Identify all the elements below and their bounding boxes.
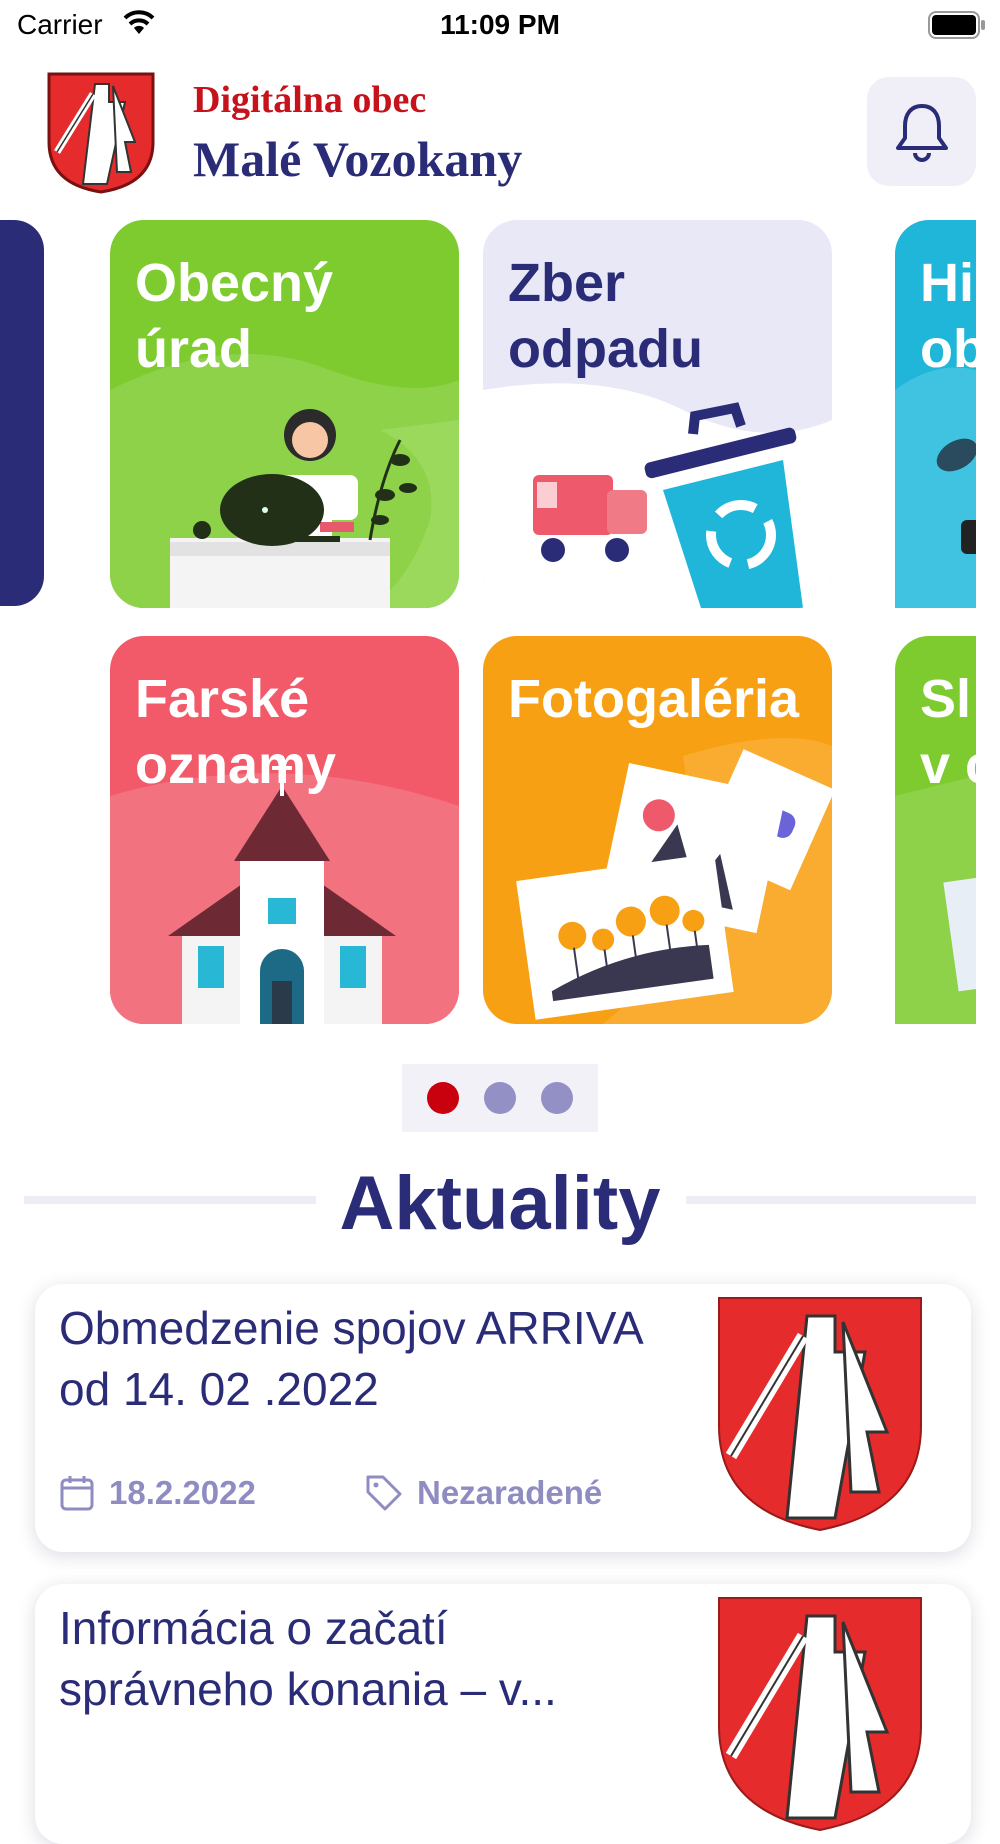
page-indicator[interactable]: [402, 1064, 598, 1132]
battery-icon: [928, 11, 985, 39]
news-category[interactable]: Nezaradené: [365, 1474, 602, 1512]
news-card[interactable]: Informácia o začatí správneho konania – …: [35, 1584, 971, 1844]
notifications-button[interactable]: [867, 77, 976, 186]
news-title: Informácia o začatí správneho konania – …: [59, 1602, 557, 1715]
tile-label: Hi ob: [920, 253, 976, 379]
tile-label: Farské oznamy: [135, 669, 337, 795]
bell-icon: [895, 103, 948, 162]
clock: 11:09 PM: [440, 9, 560, 40]
tile-waste-collection[interactable]: Zber odpadu: [483, 220, 832, 608]
page-dot-3[interactable]: [541, 1082, 574, 1114]
tile-label: Sl v c: [920, 669, 976, 795]
next-page-tile-services[interactable]: Sl v c: [895, 636, 976, 1024]
news-date-text: 18.2.2022: [109, 1474, 256, 1511]
news-title: Obmedzenie spojov ARRIVA od 14. 02 .2022: [59, 1302, 642, 1415]
tile-label: Zber odpadu: [508, 253, 703, 379]
next-page-tile-history[interactable]: Hi ob: [895, 220, 976, 608]
news-card[interactable]: Obmedzenie spojov ARRIVA od 14. 02 .2022…: [35, 1284, 971, 1552]
tag-icon: [366, 1475, 402, 1511]
app-subtitle: Digitálna obec: [193, 79, 427, 121]
page-dot-1[interactable]: [426, 1082, 459, 1114]
previous-page-tile[interactable]: [0, 220, 44, 606]
tile-photo-gallery[interactable]: Fotogaléria: [483, 636, 832, 1024]
calendar-icon: [60, 1476, 94, 1511]
section-title-text: Aktuality: [323, 1161, 677, 1246]
tile-parish-notices[interactable]: Farské oznamy: [110, 636, 459, 1024]
news-thumbnail: [718, 1597, 922, 1832]
coat-of-arms-logo: [47, 72, 155, 194]
section-title: Aktuality: [0, 1160, 1000, 1247]
news-thumbnail: [718, 1297, 922, 1532]
municipality-name: Malé Vozokany: [193, 131, 523, 187]
status-bar: Carrier 11:09 PM: [0, 0, 1000, 52]
news-category-text: Nezaradené: [417, 1474, 603, 1511]
page-dot-2[interactable]: [483, 1082, 516, 1114]
tile-label: Obecný úrad: [135, 253, 334, 379]
tile-label: Fotogaléria: [508, 669, 800, 729]
news-date: 18.2.2022: [59, 1474, 256, 1512]
tile-municipal-office[interactable]: Obecný úrad: [110, 220, 459, 608]
